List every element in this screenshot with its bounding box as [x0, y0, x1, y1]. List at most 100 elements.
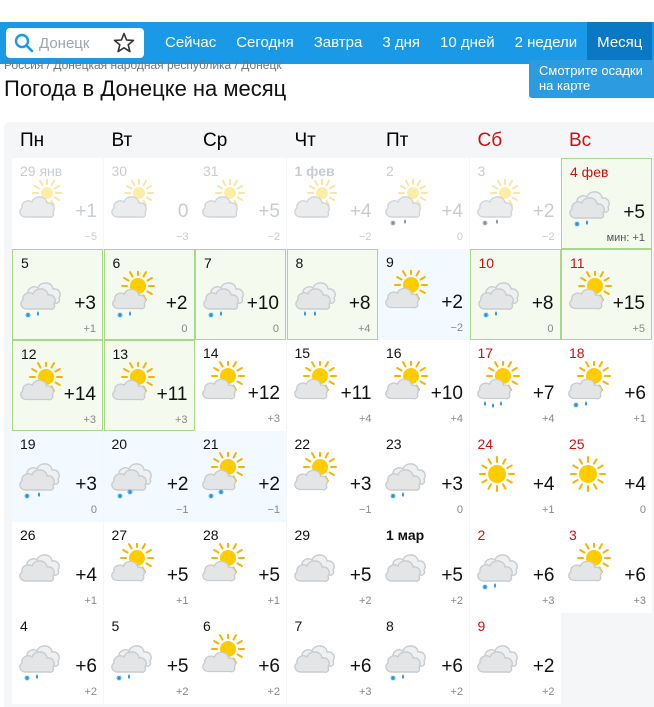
- tab-6[interactable]: Месяц: [587, 22, 653, 64]
- day-temperature: +5: [258, 565, 280, 586]
- day-cell[interactable]: 5 +3 +1: [12, 249, 103, 340]
- day-date: 20: [111, 436, 128, 452]
- day-cell[interactable]: 10 +8 0: [469, 249, 561, 340]
- search-input[interactable]: Донецк: [39, 35, 89, 52]
- day-cell[interactable]: 3 +2 −2: [469, 158, 561, 249]
- day-temperature: +2: [532, 201, 555, 222]
- day-temperature: +3: [349, 474, 372, 495]
- day-cell[interactable]: 5 +5 +2: [103, 613, 195, 704]
- day-temperature: +6: [532, 565, 555, 586]
- breadcrumb[interactable]: Россия / Донецкая народная республика / …: [4, 58, 282, 72]
- day-cell[interactable]: 9 +2 +2: [469, 613, 561, 704]
- day-date: 31: [203, 163, 219, 179]
- day-date: 7: [204, 255, 212, 271]
- weekday-1: Вт: [111, 130, 133, 151]
- day-cell[interactable]: 2 +4 0: [378, 158, 469, 249]
- day-cell[interactable]: 3 +6 +3: [561, 522, 652, 613]
- precipitation-map-button[interactable]: Смотрите осадки на карте: [529, 60, 654, 98]
- night-temperature: +2: [84, 686, 97, 698]
- day-cell[interactable]: 15 +11 +4: [286, 340, 378, 431]
- search-icon: [14, 33, 34, 53]
- sun-cloud-icon: [111, 362, 155, 401]
- day-cell[interactable]: 4 фев +5 мин: +1: [561, 158, 652, 249]
- day-cell[interactable]: 16 +10 +4: [378, 340, 469, 431]
- tab-5[interactable]: 2 недели: [505, 22, 588, 64]
- day-date: 26: [20, 527, 36, 543]
- day-cell[interactable]: 12 +14 +3: [12, 340, 103, 431]
- day-date: 3: [569, 527, 577, 543]
- day-date: 18: [569, 345, 585, 361]
- map-button-line-2: на карте: [539, 78, 591, 93]
- day-temperature: +10: [430, 383, 463, 404]
- day-date: 21: [203, 436, 219, 452]
- day-cell[interactable]: 30 0 −3: [103, 158, 195, 249]
- day-cell[interactable]: 26 +4 +1: [12, 522, 103, 613]
- night-temperature: +4: [541, 413, 555, 425]
- cloudy-snow-rain-icon: [110, 645, 152, 681]
- search-box[interactable]: Донецк: [6, 28, 144, 58]
- night-temperature: +4: [450, 413, 463, 425]
- day-cell[interactable]: 29 +5 +2: [286, 522, 378, 613]
- day-cell[interactable]: 19 +3 0: [12, 431, 103, 522]
- day-cell[interactable]: 1 мар +5 +2: [378, 522, 469, 613]
- night-temperature: 0: [456, 231, 463, 243]
- day-cell[interactable]: 21 +2 −1: [195, 431, 286, 522]
- day-cell[interactable]: 8 +8 +4: [286, 249, 378, 340]
- day-date: 23: [386, 436, 402, 452]
- day-cell[interactable]: 24 +4 +1: [469, 431, 561, 522]
- day-temperature: +2: [166, 474, 189, 495]
- day-cell[interactable]: 6 +2 0: [103, 249, 195, 340]
- night-temperature: 0: [181, 323, 188, 335]
- day-cell[interactable]: 8 +6 +2: [378, 613, 469, 704]
- sun-cloud-icon: [202, 634, 245, 673]
- day-cell[interactable]: 22 +3 −1: [286, 431, 378, 522]
- day-cell[interactable]: 6 +6 +2: [195, 613, 286, 704]
- day-cell[interactable]: 9 +2 −2: [378, 249, 469, 340]
- sun-icon: [478, 456, 515, 492]
- day-cell[interactable]: 18 +6 +1: [561, 340, 652, 431]
- cloudy-sun-icon: [19, 179, 62, 218]
- day-date: 9: [386, 254, 394, 270]
- day-temperature: +14: [63, 384, 96, 405]
- day-cell[interactable]: 17 +7 +4: [469, 340, 561, 431]
- day-cell[interactable]: 28 +5 +1: [195, 522, 286, 613]
- night-temperature: +3: [83, 414, 96, 426]
- day-cell[interactable]: 2 +6 +3: [469, 522, 561, 613]
- day-date: 1 мар: [386, 527, 425, 543]
- day-cell[interactable]: 31 +5 −2: [195, 158, 286, 249]
- day-cell[interactable]: 4 +6 +2: [12, 613, 103, 704]
- weekday-header: Пн Вт Ср Чт Пт Сб Вс: [12, 130, 654, 160]
- sun-cloud-icon: [568, 543, 611, 582]
- day-cell[interactable]: 7 +6 +3: [286, 613, 378, 704]
- night-temperature: −3: [175, 231, 189, 243]
- day-temperature: +15: [612, 293, 645, 314]
- tab-2[interactable]: Завтра: [304, 22, 373, 64]
- day-cell[interactable]: 7 +10 0: [195, 249, 286, 340]
- tab-3[interactable]: 3 дня: [372, 22, 430, 64]
- night-temperature: −1: [175, 504, 189, 516]
- day-temperature: +2: [532, 656, 555, 677]
- sun-cloud-snow-rain-icon: [111, 271, 155, 318]
- sun-cloud-icon: [569, 271, 612, 310]
- weekday-2: Ср: [203, 130, 228, 151]
- day-cell[interactable]: 14 +12 +3: [195, 340, 286, 431]
- favorite-star-icon[interactable]: [112, 31, 136, 55]
- day-date: 5: [21, 255, 29, 271]
- day-cell[interactable]: 29 янв +1 −5: [12, 158, 103, 249]
- day-cell[interactable]: 23 +3 0: [378, 431, 469, 522]
- day-cell[interactable]: 1 фев +4 −2: [286, 158, 378, 249]
- cloudy-snow-rain-icon: [20, 282, 61, 318]
- day-temperature: +2: [165, 293, 188, 314]
- cloudy-icon: [19, 554, 60, 582]
- tab-4[interactable]: 10 дней: [430, 22, 505, 64]
- cloudy-rain-snow-icon: [19, 463, 60, 499]
- day-cell[interactable]: 25 +4 0: [561, 431, 652, 522]
- day-cell[interactable]: 11 +15 +5: [561, 249, 652, 340]
- day-cell[interactable]: 20 +2 −1: [103, 431, 195, 522]
- page-title: Погода в Донецке на месяц: [4, 76, 287, 101]
- night-temperature: +1: [541, 504, 555, 516]
- day-cell[interactable]: 27 +5 +1: [103, 522, 195, 613]
- day-temperature: +4: [441, 201, 463, 222]
- day-cell[interactable]: 13 +11 +3: [103, 340, 195, 431]
- weekday-5: Сб: [477, 130, 503, 151]
